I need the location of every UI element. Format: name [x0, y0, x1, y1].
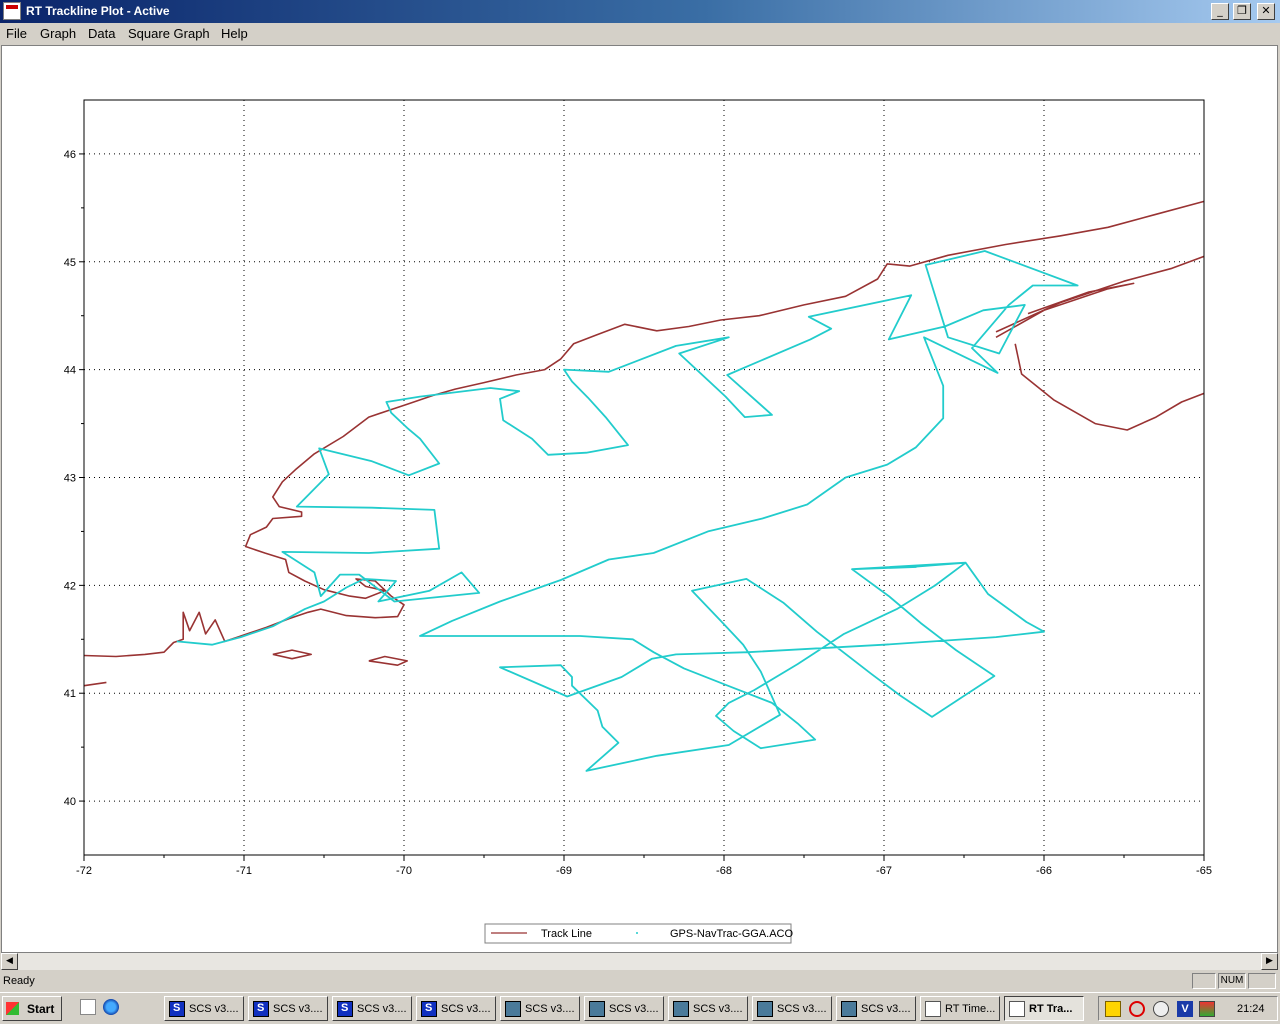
windows-logo-icon	[6, 1002, 19, 1015]
menu-file[interactable]: File	[6, 26, 27, 41]
taskbar-button[interactable]: SCS v3....	[752, 996, 832, 1021]
gps-track-line	[176, 250, 1079, 772]
window-title: RT Trackline Plot - Active	[26, 4, 170, 18]
x-tick-label: -66	[1036, 865, 1052, 877]
title-bar: RT Trackline Plot - Active _ ❐ ✕	[0, 0, 1280, 23]
horizontal-scrollbar[interactable]: ◀ ▶	[1, 953, 1278, 970]
taskbar-button-label: SCS v3....	[525, 1003, 575, 1015]
y-tick-label: 40	[64, 796, 76, 808]
status-panel	[1248, 973, 1276, 989]
network-icon	[505, 1001, 521, 1017]
y-tick-label: 46	[64, 149, 76, 161]
status-bar: Ready NUM	[0, 971, 1280, 991]
start-label: Start	[27, 1002, 55, 1016]
taskbar-button[interactable]: SCS v3....	[836, 996, 916, 1021]
taskbar-button[interactable]: RT Tra...	[1004, 996, 1084, 1021]
network-icon	[841, 1001, 857, 1017]
y-tick-label: 41	[64, 688, 76, 700]
legend: Track Line GPS-NavTrac-GGA.ACO	[484, 923, 793, 944]
taskbar-button[interactable]: SCS v3....	[248, 996, 328, 1021]
plot-area: -72 -71 -70 -69 -68 -67 -66 -65 40 41 42 43 44 45 46 T…	[1, 45, 1278, 953]
app-icon[interactable]	[3, 2, 21, 20]
y-tick-label: 44	[64, 365, 76, 377]
network-icon	[589, 1001, 605, 1017]
minimize-button[interactable]: _	[1211, 3, 1229, 20]
menu-help[interactable]: Help	[221, 26, 248, 41]
x-tick-label: -67	[876, 865, 892, 877]
taskbar-button-label: SCS v3....	[777, 1003, 827, 1015]
coastline-segment	[83, 681, 107, 687]
taskbar-button[interactable]: SCS v3....	[500, 996, 580, 1021]
coastline-segment	[368, 655, 408, 666]
network-icon	[673, 1001, 689, 1017]
quicklaunch-doc-icon[interactable]	[80, 999, 96, 1015]
coastline-segment	[1014, 343, 1205, 431]
scs-icon	[337, 1001, 353, 1017]
x-tick-label: -70	[396, 865, 412, 877]
taskbar-button[interactable]: SCS v3....	[164, 996, 244, 1021]
scroll-left-arrow-icon[interactable]: ◀	[1, 953, 18, 970]
taskbar-button[interactable]: SCS v3....	[668, 996, 748, 1021]
clock: 21:24	[1237, 1003, 1265, 1015]
taskbar-button-label: RT Tra...	[1029, 1003, 1073, 1015]
legend-label-track-line: Track Line	[541, 928, 592, 940]
taskbar-button-label: SCS v3....	[273, 1003, 323, 1015]
menu-square-graph[interactable]: Square Graph	[128, 26, 210, 41]
legend-label-gps: GPS-NavTrac-GGA.ACO	[670, 928, 793, 940]
internet-explorer-icon[interactable]	[103, 999, 119, 1015]
taskbar-button-label: RT Time...	[945, 1003, 996, 1015]
scs-icon	[169, 1001, 185, 1017]
x-tick-label: -65	[1196, 865, 1212, 877]
y-tick-label: 42	[64, 580, 76, 592]
y-tick-label: 43	[64, 473, 76, 485]
taskbar-button-label: SCS v3....	[609, 1003, 659, 1015]
monitor-tray-icon[interactable]	[1199, 1001, 1215, 1017]
taskbar-button-label: SCS v3....	[441, 1003, 491, 1015]
legend-swatch-gps	[636, 932, 638, 934]
x-tick-label: -72	[76, 865, 92, 877]
status-panel	[1192, 973, 1216, 989]
taskbar-button[interactable]: RT Time...	[920, 996, 1000, 1021]
system-tray: V 21:24	[1098, 996, 1278, 1021]
menu-graph[interactable]: Graph	[40, 26, 76, 41]
network-icon	[757, 1001, 773, 1017]
scs-icon	[253, 1001, 269, 1017]
menu-data[interactable]: Data	[88, 26, 115, 41]
scroll-right-arrow-icon[interactable]: ▶	[1261, 953, 1278, 970]
x-tick-label: -71	[236, 865, 252, 877]
taskbar-button-label: SCS v3....	[357, 1003, 407, 1015]
menu-bar: File Graph Data Square Graph Help	[0, 23, 1280, 44]
restore-button[interactable]: ❐	[1233, 3, 1251, 20]
scs-icon	[421, 1001, 437, 1017]
x-tick-label: -69	[556, 865, 572, 877]
coastline-segment	[995, 282, 1135, 338]
doc-icon	[925, 1001, 941, 1017]
close-button[interactable]: ✕	[1257, 3, 1275, 20]
doc-icon	[1009, 1001, 1025, 1017]
y-tick-label: 45	[64, 257, 76, 269]
taskbar-button-label: SCS v3....	[693, 1003, 743, 1015]
taskbar: Start SCS v3.... SCS v3.... SCS v3.... SCS …	[0, 992, 1280, 1024]
no-entry-tray-icon[interactable]	[1129, 1001, 1145, 1017]
x-tick-label: -68	[716, 865, 732, 877]
taskbar-button[interactable]: SCS v3....	[332, 996, 412, 1021]
num-lock-indicator: NUM	[1218, 973, 1246, 989]
clock-tray-icon[interactable]	[1153, 1001, 1169, 1017]
network-tray-icon[interactable]	[1105, 1001, 1121, 1017]
start-button[interactable]: Start	[2, 996, 62, 1021]
coastline-segment	[272, 649, 312, 660]
taskbar-button-label: SCS v3....	[189, 1003, 239, 1015]
taskbar-button-label: SCS v3....	[861, 1003, 911, 1015]
trackline-chart: -72 -71 -70 -69 -68 -67 -66 -65 40 41 42 43 44 45 46 T…	[64, 99, 1212, 944]
taskbar-button[interactable]: SCS v3....	[584, 996, 664, 1021]
shield-tray-icon[interactable]: V	[1177, 1001, 1193, 1017]
taskbar-button[interactable]: SCS v3....	[416, 996, 496, 1021]
status-text: Ready	[3, 975, 35, 987]
